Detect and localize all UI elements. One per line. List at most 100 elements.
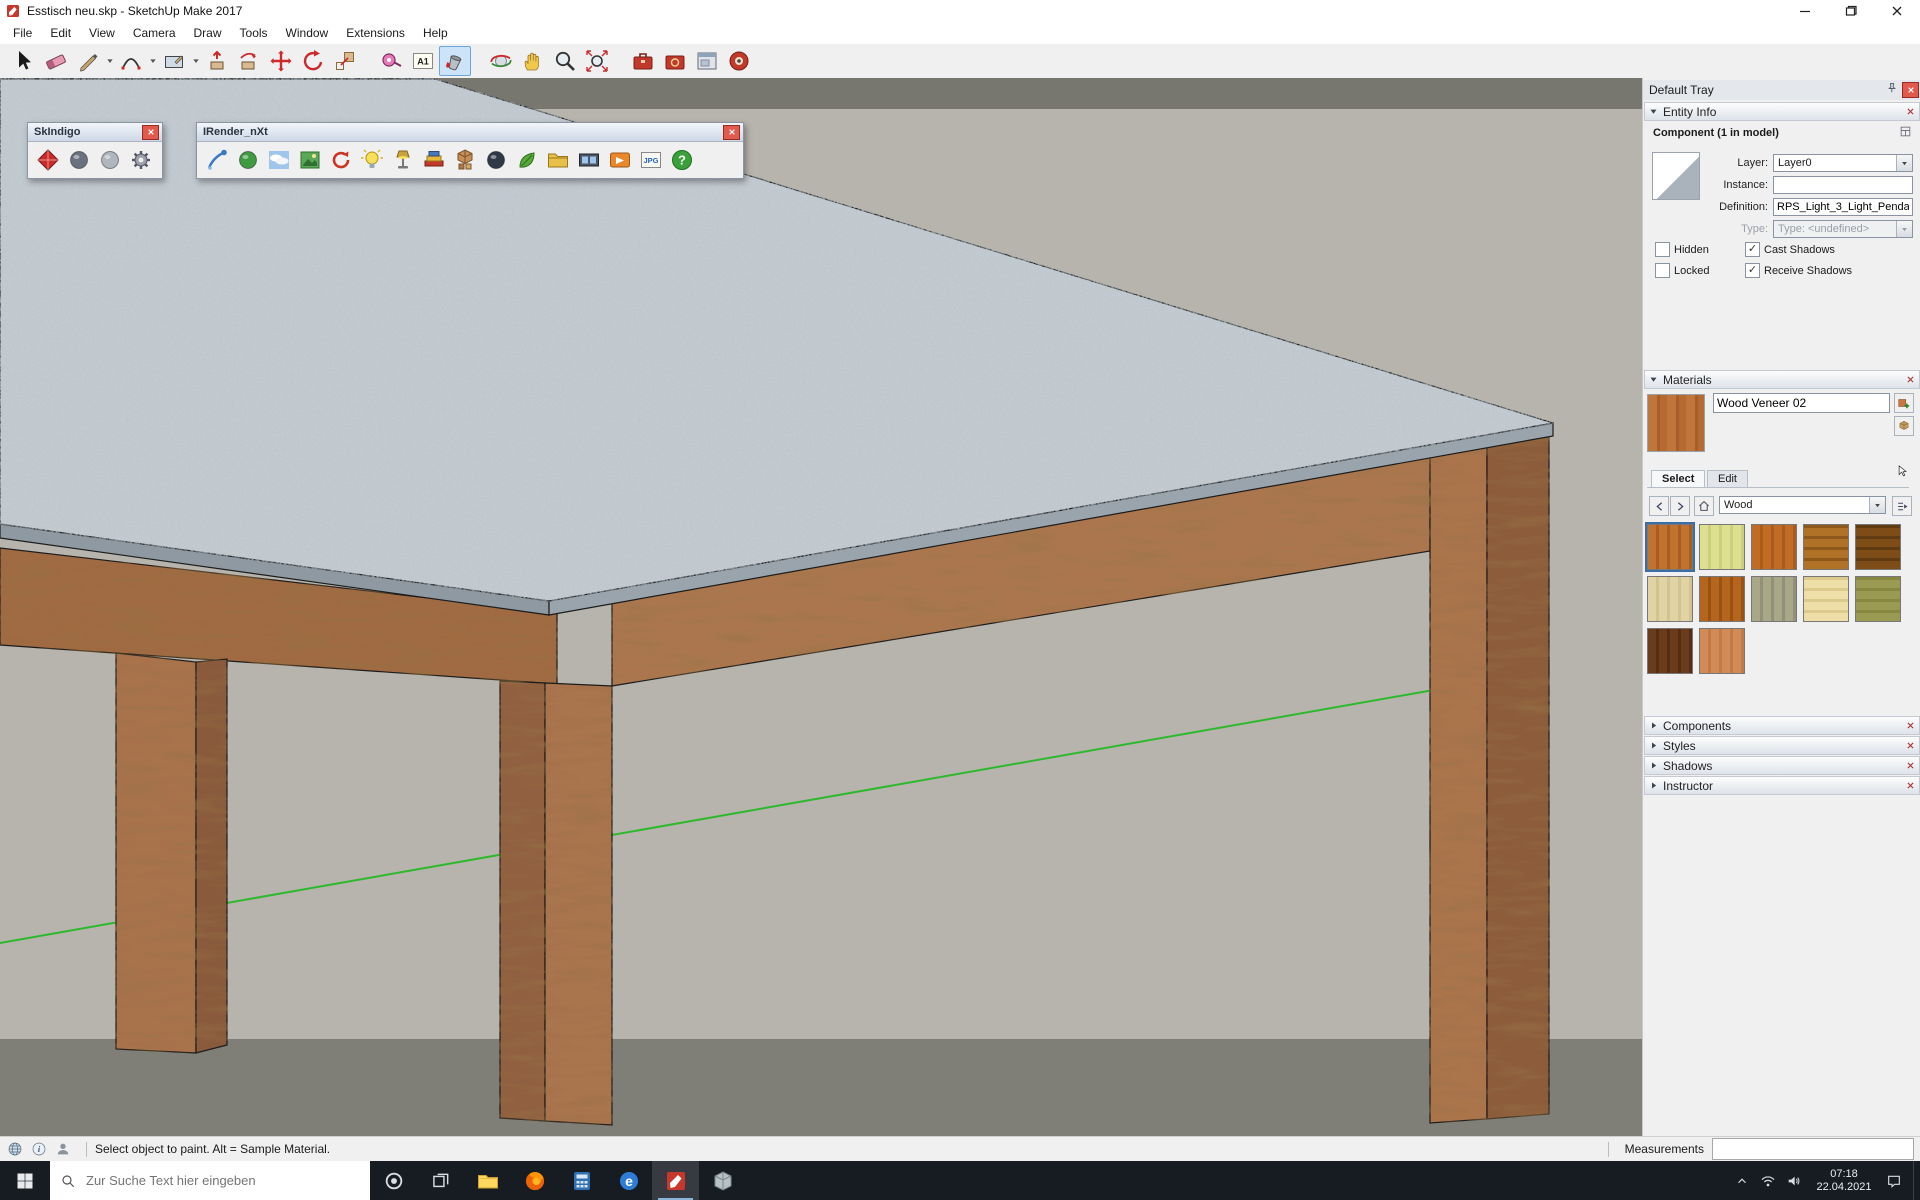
- material-swatch-11[interactable]: [1647, 628, 1693, 674]
- material-swatch-8[interactable]: [1751, 576, 1797, 622]
- section-header-styles[interactable]: Styles: [1644, 736, 1920, 755]
- checkbox-locked[interactable]: Locked: [1655, 263, 1745, 278]
- current-material-thumbnail[interactable]: [1647, 394, 1705, 452]
- line-dropdown-arrow-icon[interactable]: [104, 47, 115, 75]
- search-input[interactable]: [84, 1172, 360, 1189]
- instance-input[interactable]: [1773, 176, 1913, 194]
- material-swatch-1[interactable]: [1647, 524, 1693, 570]
- menu-camera[interactable]: Camera: [124, 23, 185, 43]
- tape-measure-tool-icon[interactable]: [375, 46, 407, 76]
- select-tool-icon[interactable]: [8, 46, 40, 76]
- default-material-button[interactable]: [1894, 416, 1914, 436]
- geolocation-icon[interactable]: [6, 1141, 23, 1158]
- zoom-tool-icon[interactable]: [549, 46, 581, 76]
- forward-arrow-button[interactable]: [1670, 496, 1690, 516]
- taskbar-app-calculator[interactable]: [558, 1161, 605, 1200]
- irender-titlebar[interactable]: IRender_nXt: [197, 123, 743, 142]
- paint-bucket-tool-icon[interactable]: [439, 46, 471, 76]
- tray-close-icon[interactable]: [1902, 82, 1919, 98]
- taskbar-app-file-explorer[interactable]: [464, 1161, 511, 1200]
- network-icon[interactable]: [1755, 1161, 1781, 1200]
- entity-info-close-icon[interactable]: [1906, 107, 1915, 116]
- tray-chevron-up-icon[interactable]: [1729, 1161, 1755, 1200]
- tray-titlebar[interactable]: Default Tray: [1643, 80, 1920, 100]
- plugin-camera-tool-icon[interactable]: [723, 46, 755, 76]
- plugin-render-tool-icon[interactable]: [627, 46, 659, 76]
- volume-icon[interactable]: [1781, 1161, 1807, 1200]
- section-close-icon[interactable]: [1906, 741, 1915, 750]
- ir-sphere-icon[interactable]: [232, 145, 263, 175]
- show-desktop-button[interactable]: [1913, 1161, 1920, 1200]
- collection-details-button[interactable]: [1892, 496, 1912, 516]
- back-arrow-button[interactable]: [1649, 496, 1669, 516]
- pan-tool-icon[interactable]: [517, 46, 549, 76]
- orbit-tool-icon[interactable]: [485, 46, 517, 76]
- material-swatch-5[interactable]: [1855, 524, 1901, 570]
- ir-open-icon[interactable]: [542, 145, 573, 175]
- move-tool-icon[interactable]: [265, 46, 297, 76]
- zoom-extents-tool-icon[interactable]: [581, 46, 613, 76]
- ir-help-icon[interactable]: ?: [666, 145, 697, 175]
- follow-me-tool-icon[interactable]: [233, 46, 265, 76]
- menu-help[interactable]: Help: [414, 23, 457, 43]
- menu-extensions[interactable]: Extensions: [337, 23, 414, 43]
- material-swatch-2[interactable]: [1699, 524, 1745, 570]
- shapes-tool-icon[interactable]: [158, 46, 190, 76]
- material-swatch-6[interactable]: [1647, 576, 1693, 622]
- checkbox-hidden[interactable]: Hidden: [1655, 242, 1745, 257]
- taskbar-search[interactable]: [50, 1161, 370, 1200]
- ir-jpg-export-icon[interactable]: JPG: [635, 145, 666, 175]
- entity-details-icon[interactable]: [1899, 125, 1912, 141]
- skindigo-sphere-icon[interactable]: [94, 145, 125, 175]
- type-dropdown[interactable]: Type: <undefined>: [1773, 220, 1913, 238]
- ir-lamp-icon[interactable]: [387, 145, 418, 175]
- ir-options-icon[interactable]: [325, 145, 356, 175]
- menu-view[interactable]: View: [80, 23, 124, 43]
- material-name-input[interactable]: [1713, 393, 1890, 413]
- ir-sky-icon[interactable]: [263, 145, 294, 175]
- section-close-icon[interactable]: [1906, 781, 1915, 790]
- skindigo-titlebar[interactable]: SkIndigo: [28, 123, 162, 142]
- material-swatch-10[interactable]: [1855, 576, 1901, 622]
- menu-window[interactable]: Window: [277, 23, 338, 43]
- eraser-tool-icon[interactable]: [40, 46, 72, 76]
- text-tool-icon[interactable]: A1: [407, 46, 439, 76]
- cortana-button[interactable]: [370, 1161, 417, 1200]
- material-swatch-12[interactable]: [1699, 628, 1745, 674]
- arcs-dropdown-arrow-icon[interactable]: [147, 47, 158, 75]
- shapes-dropdown-arrow-icon[interactable]: [190, 47, 201, 75]
- taskbar-app-edge[interactable]: e: [605, 1161, 652, 1200]
- skindigo-material-icon[interactable]: [63, 145, 94, 175]
- ir-point-light-icon[interactable]: [356, 145, 387, 175]
- ir-material-icon[interactable]: [294, 145, 325, 175]
- menu-file[interactable]: File: [4, 23, 41, 43]
- pin-icon[interactable]: [1885, 82, 1898, 98]
- section-header-instructor[interactable]: Instructor: [1644, 776, 1920, 795]
- sign-in-person-icon[interactable]: [54, 1141, 71, 1158]
- rotate-tool-icon[interactable]: [297, 46, 329, 76]
- materials-close-icon[interactable]: [1906, 375, 1915, 384]
- in-model-home-button[interactable]: [1694, 496, 1714, 516]
- section-header-components[interactable]: Components: [1644, 716, 1920, 735]
- minimize-button[interactable]: [1782, 0, 1828, 22]
- menu-tools[interactable]: Tools: [231, 23, 277, 43]
- create-material-button[interactable]: [1894, 393, 1914, 413]
- plugin-window-tool-icon[interactable]: [691, 46, 723, 76]
- section-header-materials[interactable]: Materials: [1644, 370, 1920, 389]
- push-pull-tool-icon[interactable]: [201, 46, 233, 76]
- material-swatch-4[interactable]: [1803, 524, 1849, 570]
- checkbox-box[interactable]: [1655, 263, 1670, 278]
- section-close-icon[interactable]: [1906, 761, 1915, 770]
- ir-dark-sphere-icon[interactable]: [480, 145, 511, 175]
- skindigo-settings-icon[interactable]: [125, 145, 156, 175]
- checkbox-receive-shadows[interactable]: ✓Receive Shadows: [1745, 263, 1905, 278]
- material-collection-dropdown[interactable]: Wood: [1719, 496, 1886, 514]
- line-tool-icon[interactable]: [72, 46, 104, 76]
- start-button[interactable]: [0, 1161, 50, 1200]
- checkbox-cast-shadows[interactable]: ✓Cast Shadows: [1745, 242, 1905, 257]
- ir-plant-icon[interactable]: [511, 145, 542, 175]
- section-close-icon[interactable]: [1906, 721, 1915, 730]
- taskbar-clock[interactable]: 07:18 22.04.2021: [1807, 1168, 1881, 1194]
- ir-components-icon[interactable]: [449, 145, 480, 175]
- menu-edit[interactable]: Edit: [41, 23, 80, 43]
